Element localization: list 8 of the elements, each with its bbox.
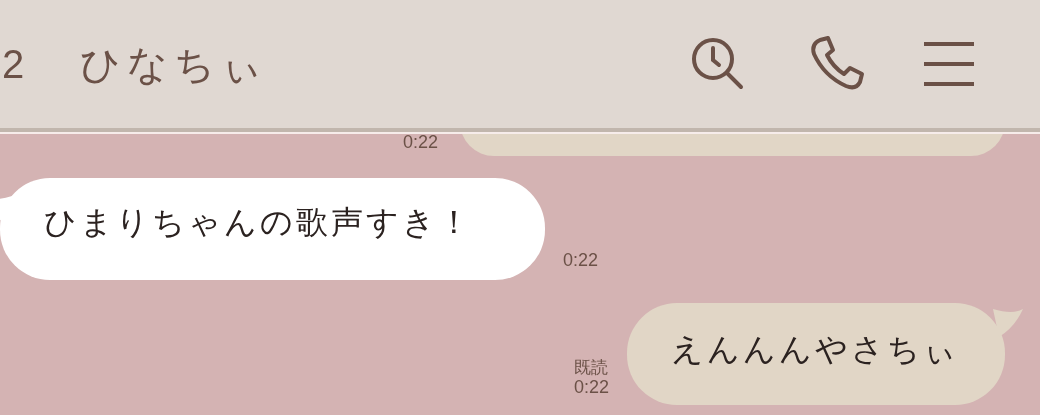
message-time: 0:22 (402, 132, 438, 152)
received-message-bubble: ひまりちゃんの歌声すき！ (0, 178, 545, 280)
message-time: 0:22 (563, 250, 599, 270)
unread-count[interactable]: 2 (2, 41, 25, 87)
message-time: 0:22 (573, 377, 609, 397)
chat-title: ひなちぃ (80, 39, 269, 89)
read-receipt: 既読 (574, 359, 609, 377)
menu-icon[interactable] (924, 42, 974, 86)
